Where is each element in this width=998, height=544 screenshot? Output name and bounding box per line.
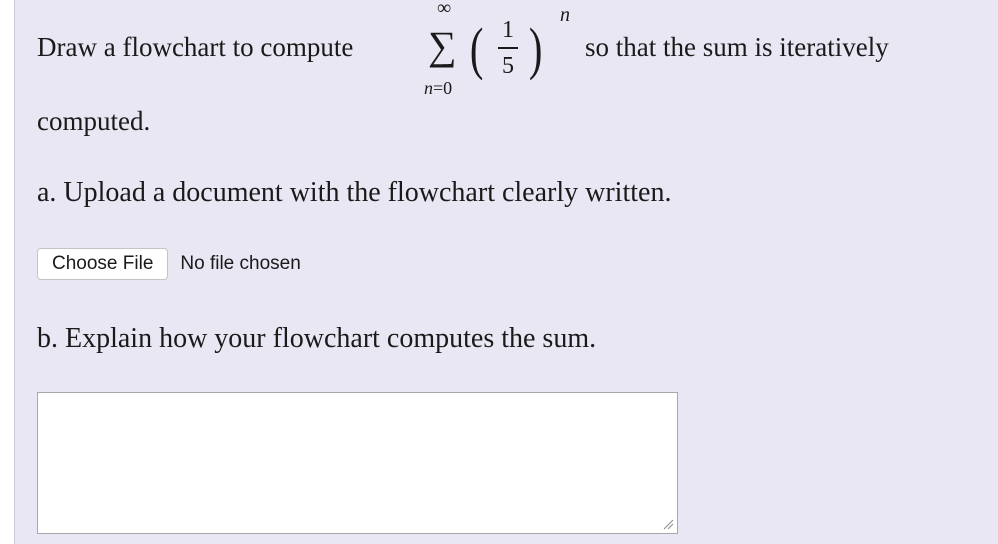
fraction-denominator: 5 <box>502 53 514 79</box>
lower-eq: = <box>433 78 444 98</box>
exponent: n <box>560 4 570 26</box>
sum-upper-limit: ∞ <box>437 0 452 19</box>
sum-lower-limit: n=0 <box>424 78 452 98</box>
fraction-numerator: 1 <box>502 17 514 43</box>
lower-start: 0 <box>443 78 453 98</box>
question-line2: computed. <box>37 106 151 136</box>
choose-file-button[interactable]: Choose File <box>37 248 169 280</box>
file-upload: Choose File No file chosen <box>37 248 301 280</box>
file-status: No file chosen <box>180 253 301 274</box>
right-paren: ) <box>528 16 543 81</box>
resize-grip-icon[interactable] <box>662 518 674 530</box>
part-b-prompt: b. Explain how your flowchart computes t… <box>37 323 597 354</box>
left-paren: ( <box>469 16 484 81</box>
question-tail: so that the sum is iteratively <box>585 32 889 62</box>
question-intro: Draw a flowchart to compute <box>37 32 354 62</box>
lower-var: n <box>424 78 433 98</box>
fraction-bar <box>498 47 518 49</box>
sigma-symbol: ∑ <box>428 23 457 68</box>
answer-textarea[interactable] <box>37 392 678 534</box>
part-a-prompt: a. Upload a document with the flowchart … <box>37 177 672 208</box>
